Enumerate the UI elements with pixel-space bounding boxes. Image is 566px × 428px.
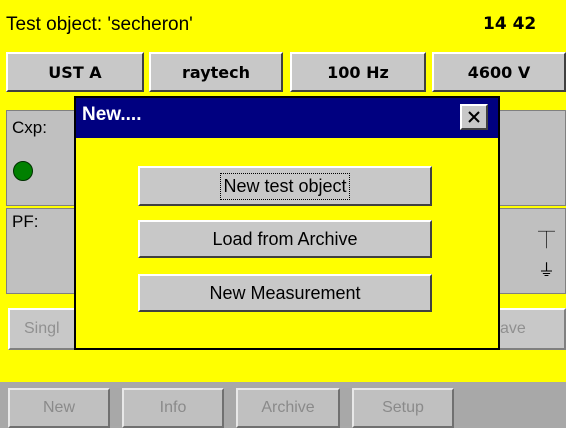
dialog-title: New.... [82, 104, 142, 125]
status-indicator [13, 161, 33, 181]
mode-button[interactable]: UST A [6, 52, 144, 92]
new-measurement-label: New Measurement [209, 282, 361, 303]
device-button[interactable]: raytech [149, 52, 283, 92]
load-from-archive-label: Load from Archive [212, 228, 358, 249]
voltage-button[interactable]: 4600 V [432, 52, 566, 92]
clock: 14 42 [483, 14, 537, 34]
page-title: Test object: 'secheron' [6, 14, 193, 35]
menu-new-button[interactable]: New [8, 388, 110, 428]
pf-label: PF: [12, 212, 39, 231]
menu-info-button[interactable]: Info [122, 388, 224, 428]
frequency-button[interactable]: 100 Hz [290, 52, 426, 92]
new-test-object-label: New test object [220, 172, 350, 200]
menu-setup-button[interactable]: Setup [352, 388, 454, 428]
close-button[interactable] [460, 104, 488, 130]
new-measurement-button[interactable]: New Measurement [138, 274, 432, 312]
dialog-titlebar: New.... [76, 98, 498, 138]
new-test-object-button[interactable]: New test object [138, 166, 432, 206]
cxp-label: Cxp: [12, 118, 47, 137]
new-dialog: New.... New test object Load from Archiv… [74, 96, 500, 350]
capacitor-symbol-icon: ⏉ [538, 231, 555, 251]
ground-symbol-icon: ⏚ [538, 261, 555, 281]
close-icon [468, 111, 480, 123]
load-from-archive-button[interactable]: Load from Archive [138, 220, 432, 258]
menu-archive-button[interactable]: Archive [236, 388, 340, 428]
